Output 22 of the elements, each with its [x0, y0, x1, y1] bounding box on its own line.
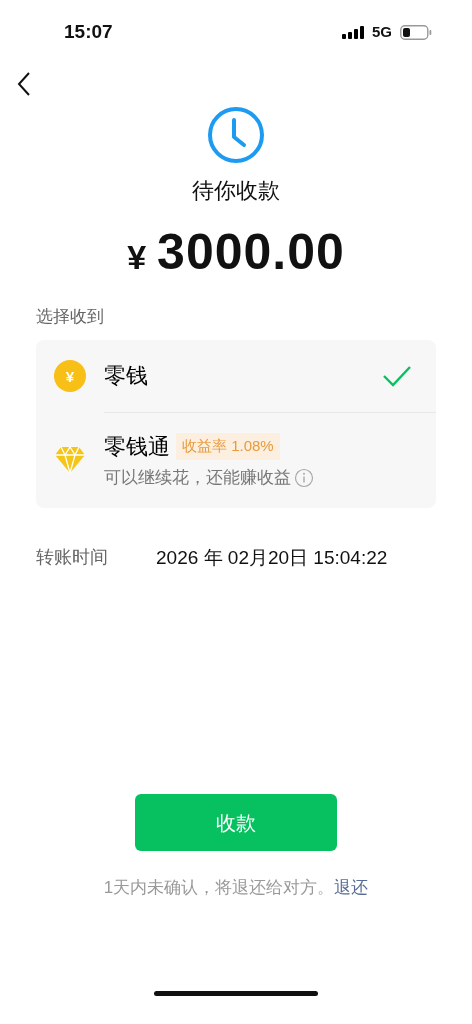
network-label: 5G	[372, 21, 392, 42]
currency-symbol: ¥	[127, 237, 148, 278]
diamond-icon	[54, 445, 86, 474]
amount-text: 3000.00	[157, 223, 345, 282]
notice-text: 1天内未确认，将退还给对方。退还	[103, 878, 369, 897]
option-subtitle: 可以继续花，还能赚收益	[104, 466, 291, 489]
yield-tag: 收益率 1.08%	[176, 433, 280, 460]
option-name: 零钱	[104, 362, 148, 390]
option-name: 零钱通	[104, 432, 170, 461]
back-button[interactable]	[16, 71, 32, 97]
status-time: 15:07	[64, 19, 113, 44]
time-value: 2026 年 02月20日 15:04:22	[156, 545, 388, 570]
time-label: 转账时间	[36, 546, 109, 570]
receive-option[interactable]: ¥ 零钱	[36, 339, 436, 412]
status-title: 待你收款	[192, 177, 280, 205]
receive-option[interactable]: 零钱通 收益率 1.08% 可以继续花，还能赚收益	[36, 411, 436, 508]
battery-icon	[400, 24, 432, 40]
signal-icon	[342, 25, 364, 39]
clock-icon	[207, 106, 265, 164]
return-link[interactable]: 退还	[334, 878, 369, 897]
section-label: 选择收到	[35, 306, 105, 328]
coin-icon: ¥	[54, 359, 86, 392]
